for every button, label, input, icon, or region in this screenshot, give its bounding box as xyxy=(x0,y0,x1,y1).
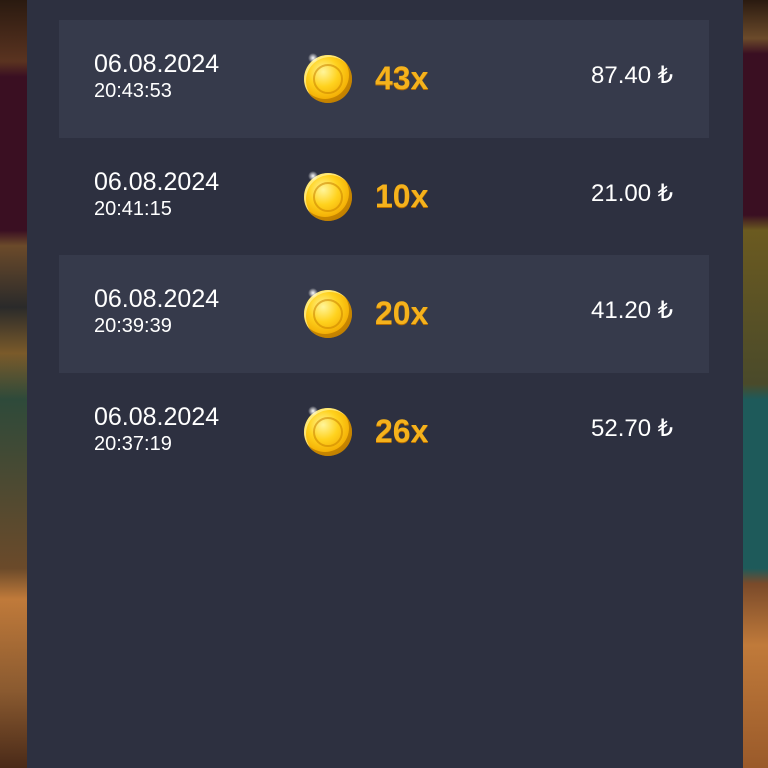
row-amount: 21.00 ₺ xyxy=(591,180,673,207)
row-amount: 41.20 ₺ xyxy=(591,297,673,324)
gold-coin-icon xyxy=(304,406,352,456)
history-row[interactable]: 06.08.2024 20:41:15 10x 21.00 ₺ xyxy=(59,138,709,256)
background-game-art-left xyxy=(0,0,30,768)
row-multiplier: 26x xyxy=(375,413,429,449)
row-time: 20:43:53 xyxy=(94,80,172,102)
row-time: 20:39:39 xyxy=(94,315,172,337)
row-amount: 52.70 ₺ xyxy=(591,415,673,442)
row-time: 20:37:19 xyxy=(94,433,172,455)
gold-coin-icon xyxy=(304,171,352,221)
history-row[interactable]: 06.08.2024 20:37:19 26x 52.70 ₺ xyxy=(59,373,709,491)
gold-coin-icon xyxy=(304,53,352,103)
background-game-art-right xyxy=(742,0,768,768)
row-time: 20:41:15 xyxy=(94,198,172,220)
row-date: 06.08.2024 xyxy=(94,403,220,431)
gold-coin-icon xyxy=(304,288,352,338)
row-date: 06.08.2024 xyxy=(94,50,220,78)
history-row[interactable]: 06.08.2024 20:43:53 43x 87.40 ₺ xyxy=(59,20,709,138)
row-date: 06.08.2024 xyxy=(94,168,220,196)
row-multiplier: 20x xyxy=(375,295,429,331)
row-date: 06.08.2024 xyxy=(94,285,220,313)
history-row[interactable]: 06.08.2024 20:39:39 20x 41.20 ₺ xyxy=(59,255,709,373)
row-multiplier: 10x xyxy=(375,178,429,214)
row-amount: 87.40 ₺ xyxy=(591,62,673,89)
bet-history-panel[interactable]: 06.08.2024 20:43:53 43x 87.40 ₺ 06.08.20… xyxy=(27,0,743,768)
row-multiplier: 43x xyxy=(375,60,429,96)
